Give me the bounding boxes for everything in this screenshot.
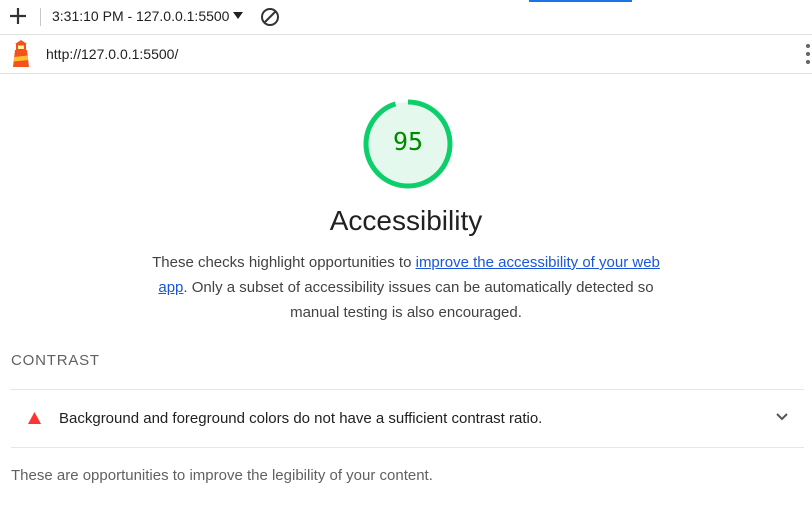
category-title: Accessibility	[329, 205, 483, 236]
gauge-score: 95	[392, 127, 424, 156]
divider	[11, 447, 804, 448]
report-selector[interactable]: 3:31:10 PM - 127.0.0.1:5500	[52, 8, 244, 24]
active-tab-indicator	[529, 0, 632, 2]
report-selector-label: 3:31:10 PM - 127.0.0.1:5500	[52, 8, 230, 24]
description-text: These checks highlight opportunities to	[152, 254, 416, 271]
page-url[interactable]: http://127.0.0.1:5500/	[46, 46, 178, 62]
plus-icon[interactable]	[7, 5, 29, 27]
caret-down-icon	[233, 12, 244, 19]
group-title: CONTRAST	[11, 352, 100, 369]
category-description: These checks highlight opportunities to …	[150, 250, 662, 325]
audit-title: Background and foreground colors do not …	[59, 410, 543, 427]
report-toolbar: 3:31:10 PM - 127.0.0.1:5500	[0, 0, 812, 35]
fail-triangle-icon	[28, 412, 41, 424]
chevron-down-icon[interactable]	[775, 412, 789, 422]
group-description: These are opportunities to improve the l…	[11, 467, 433, 484]
audit-item[interactable]: Background and foreground colors do not …	[11, 390, 804, 447]
kebab-menu-icon[interactable]	[805, 44, 811, 66]
description-text-end: . Only a subset of accessibility issues …	[183, 279, 654, 321]
lighthouse-logo	[13, 40, 29, 67]
report-topbar: http://127.0.0.1:5500/	[0, 35, 812, 74]
block-icon[interactable]	[260, 7, 280, 27]
toolbar-separator	[40, 8, 41, 26]
